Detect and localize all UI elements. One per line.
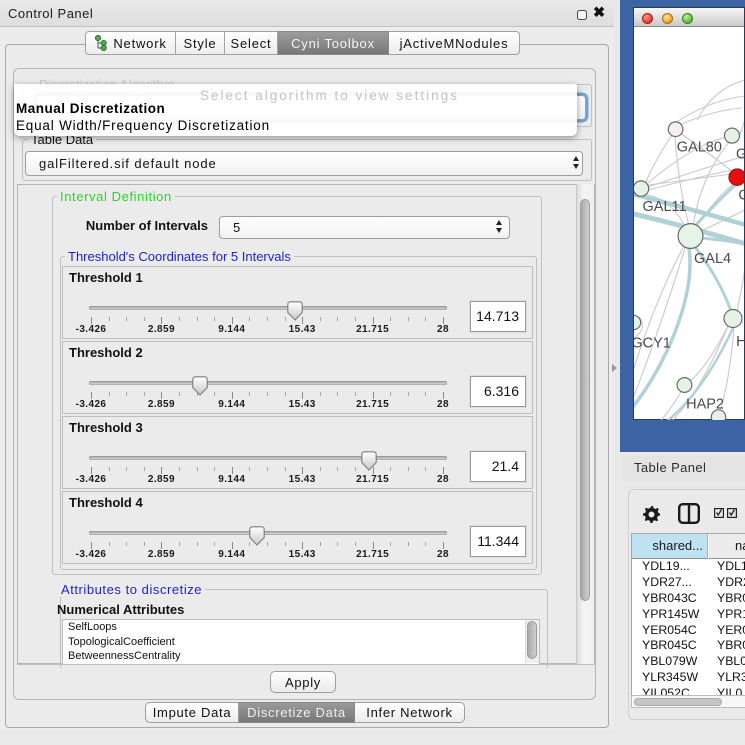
svg-text:GAL4: GAL4 [694,251,731,267]
svg-text:GCY1: GCY1 [634,335,671,351]
svg-text:G.: G. [736,146,744,162]
svg-text:HAP2: HAP2 [686,397,724,413]
svg-text:C: C [738,188,744,204]
svg-text:GAL11: GAL11 [643,199,687,215]
svg-text:GAL80: GAL80 [677,140,722,156]
svg-text:H: H [736,334,744,350]
